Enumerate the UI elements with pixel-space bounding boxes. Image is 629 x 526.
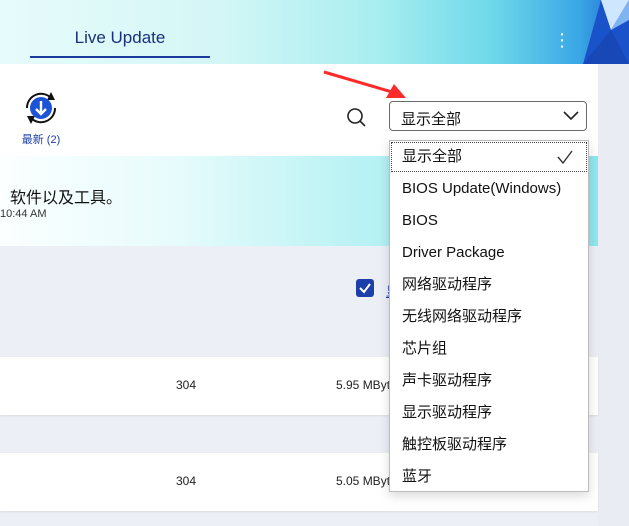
banner-timestamp: 10:44 AM — [0, 208, 47, 220]
dropdown-option-touchpad-driver[interactable]: 触控板驱动程序 — [390, 429, 588, 461]
dropdown-option-wireless-driver[interactable]: 无线网络驱动程序 — [390, 301, 588, 333]
chevron-down-icon — [563, 111, 579, 121]
item-size: 5.05 MBytes — [336, 474, 390, 488]
search-icon[interactable] — [345, 106, 367, 128]
dropdown-option-audio-driver[interactable]: 声卡驱动程序 — [390, 365, 588, 397]
dropdown-option-chipset[interactable]: 芯片组 — [390, 333, 588, 365]
item-count: 304 — [176, 378, 197, 392]
dropdown-option-driver-package[interactable]: Driver Package — [390, 237, 588, 269]
latest-updates-button[interactable]: 最新 (2) — [18, 88, 64, 146]
option-label: 显示全部 — [402, 148, 463, 165]
dropdown-option-show-all[interactable]: 显示全部 — [390, 141, 588, 173]
item-count: 304 — [176, 474, 197, 488]
brand-corner-logo — [583, 0, 629, 64]
title-bar: Live Update ⋮ — [0, 0, 629, 64]
select-all-checkbox[interactable] — [356, 279, 374, 297]
dropdown-option-network-driver[interactable]: 网络驱动程序 — [390, 269, 588, 301]
tab-live-update[interactable]: Live Update — [30, 22, 210, 58]
category-dropdown-menu: 显示全部 BIOS Update(Windows) BIOS Driver Pa… — [389, 140, 589, 492]
latest-updates-label: 最新 (2) — [21, 134, 61, 146]
item-size: 5.95 MBytes — [336, 378, 390, 392]
checkmark-icon — [557, 150, 573, 165]
banner-message: 软件以及工具。 — [10, 190, 123, 207]
download-refresh-icon — [25, 92, 57, 124]
annotation-arrow-icon — [323, 70, 406, 98]
category-filter-select[interactable]: 显示全部 — [389, 101, 587, 131]
category-filter-value: 显示全部 — [401, 111, 462, 128]
more-vertical-icon[interactable]: ⋮ — [553, 30, 571, 50]
dropdown-option-bios[interactable]: BIOS — [390, 205, 588, 237]
dropdown-option-bluetooth[interactable]: 蓝牙 — [390, 461, 588, 493]
dropdown-option-bios-update-windows[interactable]: BIOS Update(Windows) — [390, 173, 588, 205]
dropdown-option-display-driver[interactable]: 显示驱动程序 — [390, 397, 588, 429]
checkmark-icon — [359, 283, 371, 294]
